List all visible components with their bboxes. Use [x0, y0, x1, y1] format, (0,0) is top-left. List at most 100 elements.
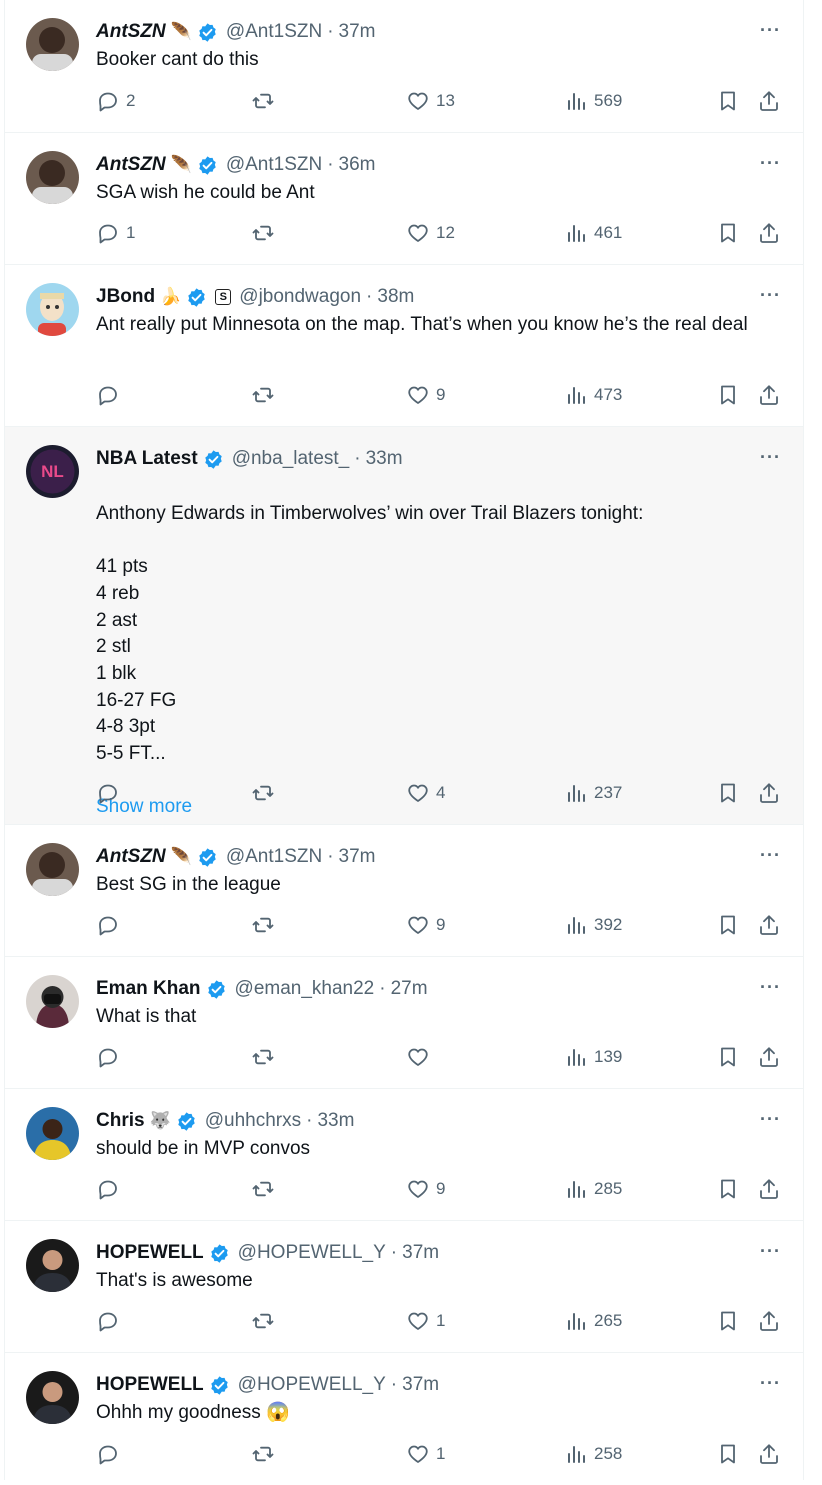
handle[interactable]: @HOPEWELL_Y — [238, 1242, 386, 1264]
avatar[interactable] — [26, 843, 79, 896]
display-name[interactable]: HOPEWELL — [96, 1374, 204, 1396]
display-name[interactable]: Chris — [96, 1110, 145, 1132]
handle[interactable]: @uhhchrxs — [205, 1110, 301, 1132]
more-icon[interactable]: ··· — [760, 447, 781, 468]
more-icon[interactable]: ··· — [760, 20, 781, 41]
avatar[interactable] — [26, 1371, 79, 1424]
views-button[interactable]: 285 — [564, 1176, 622, 1202]
like-button[interactable]: 9 — [406, 382, 445, 408]
like-button[interactable]: 12 — [406, 220, 455, 246]
views-button[interactable]: 473 — [564, 382, 622, 408]
share-button[interactable] — [757, 1044, 781, 1070]
display-name[interactable]: AntSZN — [96, 21, 166, 43]
timestamp[interactable]: 33m — [366, 448, 403, 470]
share-button[interactable] — [757, 88, 781, 114]
avatar[interactable] — [26, 1239, 79, 1292]
tweet[interactable]: HOPEWELL @HOPEWELL_Y · 37m ··· That's is… — [5, 1221, 803, 1353]
views-button[interactable]: 258 — [564, 1441, 622, 1467]
handle[interactable]: @Ant1SZN — [226, 21, 322, 43]
handle[interactable]: @eman_khan22 — [235, 978, 375, 1000]
display-name[interactable]: AntSZN — [96, 154, 166, 176]
timestamp[interactable]: 37m — [402, 1374, 439, 1396]
tweet[interactable]: Eman Khan @eman_khan22 · 27m ··· What is… — [5, 957, 803, 1089]
tweet[interactable]: AntSZN 🪶 @Ant1SZN · 36m ··· SGA wish he … — [5, 133, 803, 265]
timestamp[interactable]: 33m — [317, 1110, 354, 1132]
views-button[interactable]: 237 — [564, 780, 622, 806]
bookmark-button[interactable] — [716, 1176, 740, 1202]
retweet-button[interactable] — [251, 382, 281, 408]
like-button[interactable]: 9 — [406, 912, 445, 938]
timestamp[interactable]: 37m — [339, 846, 376, 868]
more-icon[interactable]: ··· — [760, 977, 781, 998]
avatar[interactable] — [26, 151, 79, 204]
avatar[interactable] — [26, 975, 79, 1028]
like-button[interactable]: 1 — [406, 1308, 445, 1334]
like-button[interactable]: 4 — [406, 780, 445, 806]
like-button[interactable]: 9 — [406, 1176, 445, 1202]
timestamp[interactable]: 27m — [391, 978, 428, 1000]
avatar[interactable] — [26, 1107, 79, 1160]
handle[interactable]: @nba_latest_ — [232, 448, 350, 470]
display-name[interactable]: Eman Khan — [96, 978, 201, 1000]
timestamp[interactable]: 38m — [377, 286, 414, 308]
reply-button[interactable] — [96, 1176, 126, 1202]
reply-button[interactable] — [96, 912, 126, 938]
more-icon[interactable]: ··· — [760, 153, 781, 174]
avatar[interactable] — [26, 283, 79, 336]
bookmark-button[interactable] — [716, 1441, 740, 1467]
bookmark-button[interactable] — [716, 382, 740, 408]
more-icon[interactable]: ··· — [760, 845, 781, 866]
reply-button[interactable]: 1 — [96, 220, 135, 246]
affiliate-badge[interactable]: S — [215, 289, 232, 305]
share-button[interactable] — [757, 780, 781, 806]
tweet[interactable]: NL NBA Latest @nba_latest_ · 33m ··· Ant… — [5, 427, 803, 825]
views-button[interactable]: 392 — [564, 912, 622, 938]
bookmark-button[interactable] — [716, 912, 740, 938]
timestamp[interactable]: 37m — [402, 1242, 439, 1264]
bookmark-button[interactable] — [716, 1308, 740, 1334]
like-button[interactable] — [406, 1044, 436, 1070]
handle[interactable]: @Ant1SZN — [226, 846, 322, 868]
handle[interactable]: @Ant1SZN — [226, 154, 322, 176]
more-icon[interactable]: ··· — [760, 285, 781, 306]
retweet-button[interactable] — [251, 1308, 281, 1334]
share-button[interactable] — [757, 912, 781, 938]
share-button[interactable] — [757, 1441, 781, 1467]
avatar[interactable]: NL — [26, 445, 79, 498]
display-name[interactable]: HOPEWELL — [96, 1242, 204, 1264]
reply-button[interactable] — [96, 1044, 126, 1070]
views-button[interactable]: 139 — [564, 1044, 622, 1070]
tweet[interactable]: HOPEWELL @HOPEWELL_Y · 37m ··· Ohhh my g… — [5, 1353, 803, 1485]
retweet-button[interactable] — [251, 1441, 281, 1467]
retweet-button[interactable] — [251, 912, 281, 938]
tweet[interactable]: JBond 🍌 S @jbondwagon · 38m ··· Ant real… — [5, 265, 803, 427]
more-icon[interactable]: ··· — [760, 1109, 781, 1130]
share-button[interactable] — [757, 1308, 781, 1334]
tweet[interactable]: AntSZN 🪶 @Ant1SZN · 37m ··· Best SG in t… — [5, 825, 803, 957]
bookmark-button[interactable] — [716, 220, 740, 246]
share-button[interactable] — [757, 382, 781, 408]
retweet-button[interactable] — [251, 220, 281, 246]
retweet-button[interactable] — [251, 1044, 281, 1070]
retweet-button[interactable] — [251, 780, 281, 806]
retweet-button[interactable] — [251, 88, 281, 114]
handle[interactable]: @jbondwagon — [239, 286, 361, 308]
reply-button[interactable] — [96, 382, 126, 408]
timestamp[interactable]: 37m — [339, 21, 376, 43]
handle[interactable]: @HOPEWELL_Y — [238, 1374, 386, 1396]
tweet[interactable]: AntSZN 🪶 @Ant1SZN · 37m ··· Booker cant … — [5, 0, 803, 133]
share-button[interactable] — [757, 220, 781, 246]
reply-button[interactable]: 2 — [96, 88, 135, 114]
bookmark-button[interactable] — [716, 780, 740, 806]
more-icon[interactable]: ··· — [760, 1241, 781, 1262]
display-name[interactable]: NBA Latest — [96, 448, 198, 470]
views-button[interactable]: 461 — [564, 220, 622, 246]
timestamp[interactable]: 36m — [339, 154, 376, 176]
reply-button[interactable] — [96, 1308, 126, 1334]
more-icon[interactable]: ··· — [760, 1373, 781, 1394]
retweet-button[interactable] — [251, 1176, 281, 1202]
like-button[interactable]: 1 — [406, 1441, 445, 1467]
bookmark-button[interactable] — [716, 1044, 740, 1070]
reply-button[interactable] — [96, 1441, 126, 1467]
views-button[interactable]: 569 — [564, 88, 622, 114]
